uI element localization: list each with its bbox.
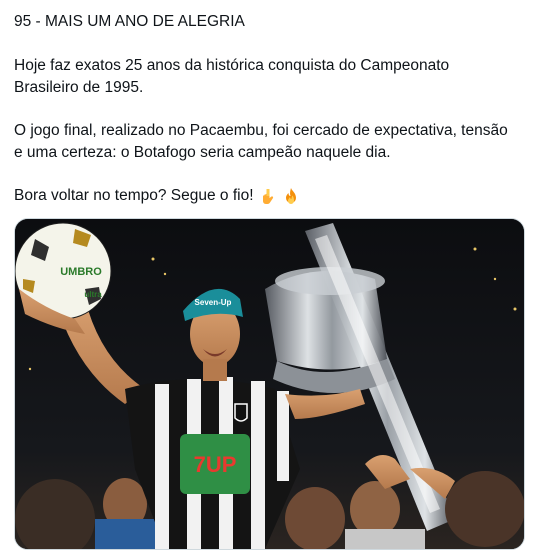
photo-botafogo-champion: 7UP Seven-Up UMBRO ultra <box>15 219 524 549</box>
botafogo-crest <box>234 403 248 422</box>
tweet-title: 95 - MAIS UM ANO DE ALEGRIA <box>14 13 245 30</box>
backhand-index-pointing-down-icon <box>262 189 273 204</box>
tweet-paragraph-2-line-1: O jogo final, realizado no Pacaembu, foi… <box>14 122 508 139</box>
tweet-paragraph-1-line-2: Brasileiro de 1995. <box>14 79 144 96</box>
shirt-sponsor-text: 7UP <box>194 452 237 477</box>
tweet-paragraph-3: Bora voltar no tempo? Segue o fio! <box>14 185 300 207</box>
cap-text: Seven-Up <box>195 298 232 307</box>
ball-sub-text: ultra <box>84 290 102 299</box>
tweet-photo[interactable]: 7UP Seven-Up UMBRO ultra <box>14 218 525 550</box>
tweet-paragraph-3-text: Bora voltar no tempo? Segue o fio! <box>14 187 254 204</box>
ball-brand-text: UMBRO <box>60 266 102 278</box>
tweet-paragraph-2-line-2: e uma certeza: o Botafogo seria campeão … <box>14 144 391 161</box>
tweet-paragraph-1-line-1: Hoje faz exatos 25 anos da histórica con… <box>14 57 450 74</box>
fire-icon <box>285 188 296 204</box>
